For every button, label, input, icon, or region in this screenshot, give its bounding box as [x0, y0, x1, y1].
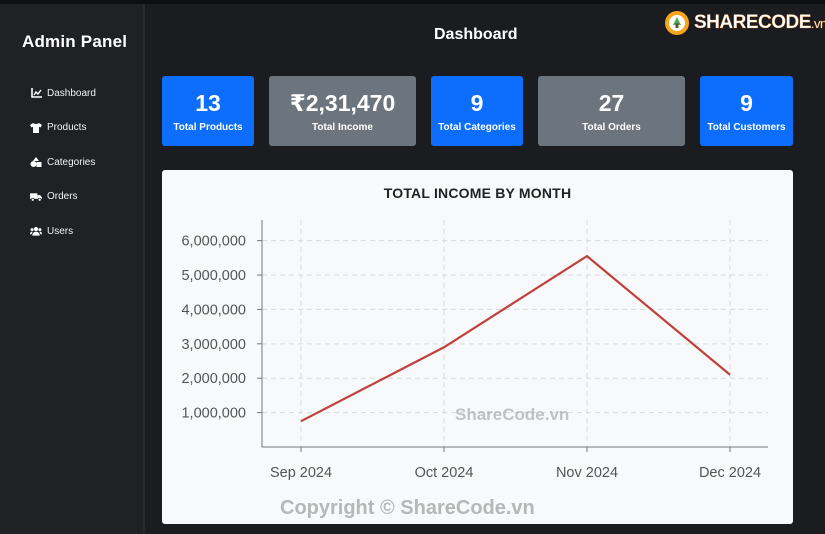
stat-value: 9 [470, 89, 484, 116]
chart-canvas: 1,000,000 2,000,000 3,000,000 4,000,000 5,00… [181, 220, 768, 481]
chart-line-icon [30, 87, 42, 99]
truck-icon [30, 191, 42, 203]
x-tick-label: Sep 2024 [270, 465, 332, 481]
shapes-icon [30, 156, 42, 168]
x-tick-label: Nov 2024 [556, 465, 618, 481]
y-tick-label: 6,000,000 [181, 234, 246, 250]
stat-value: 13 [195, 89, 221, 116]
stat-label: Total Customers [707, 121, 786, 133]
stat-value: 27 [598, 89, 625, 116]
sidebar-item-products[interactable]: Products [30, 111, 96, 146]
stat-value: ₹2,31,470 [289, 89, 396, 116]
y-tick-label: 5,000,000 [181, 268, 246, 284]
watermark: ShareCode.vn [455, 405, 570, 424]
logo-text: SHARECODE.vn [694, 12, 825, 33]
y-tick-label: 3,000,000 [181, 337, 246, 353]
sidebar-item-users[interactable]: Users [30, 214, 96, 249]
sidebar-item-label: Dashboard [47, 87, 96, 99]
y-tick-label: 2,000,000 [181, 371, 246, 387]
users-icon [30, 225, 42, 237]
income-chart: TOTAL INCOME BY MONTH 1,000,000 2,000,000… [162, 170, 793, 524]
sidebar: Admin Panel Dashboard Products Categorie… [0, 4, 145, 534]
sharecode-logo: SHARECODE.vn [664, 10, 825, 36]
stat-card-total-orders: 27 Total Orders [538, 76, 685, 146]
stat-label: Total Income [312, 121, 373, 133]
sidebar-item-dashboard[interactable]: Dashboard [30, 76, 96, 111]
sidebar-item-label: Categories [47, 156, 96, 168]
sidebar-item-orders[interactable]: Orders [30, 180, 96, 215]
stat-label: Total Orders [582, 121, 641, 133]
page-title: Dashboard [434, 26, 518, 43]
stat-label: Total Categories [438, 121, 516, 133]
y-tick-label: 4,000,000 [181, 302, 246, 318]
series-line-income [300, 254, 731, 423]
copyright-watermark: Copyright © ShareCode.vn [280, 497, 535, 519]
stat-card-total-categories: 9 Total Categories [431, 76, 523, 146]
sidebar-item-label: Orders [47, 191, 78, 203]
sidebar-nav: Dashboard Products Categories Orders Use… [30, 76, 96, 249]
sidebar-item-label: Users [47, 225, 74, 237]
shirt-icon [30, 122, 42, 134]
x-tick-label: Dec 2024 [699, 465, 761, 481]
y-tick-label: 1,000,000 [181, 406, 246, 422]
app-window: Admin Panel Dashboard Products Categorie… [0, 0, 825, 534]
stat-value: 9 [740, 89, 753, 116]
stat-card-total-income: ₹2,31,470 Total Income [269, 76, 416, 146]
stat-card-total-customers: 9 Total Customers [700, 76, 793, 146]
sharecode-logo-icon [665, 11, 689, 35]
brand-title: Admin Panel [22, 32, 128, 51]
x-tick-label: Oct 2024 [415, 465, 474, 481]
sidebar-item-categories[interactable]: Categories [30, 145, 96, 180]
sidebar-item-label: Products [47, 122, 87, 134]
stat-label: Total Products [173, 121, 243, 133]
stat-card-total-products: 13 Total Products [162, 76, 254, 146]
